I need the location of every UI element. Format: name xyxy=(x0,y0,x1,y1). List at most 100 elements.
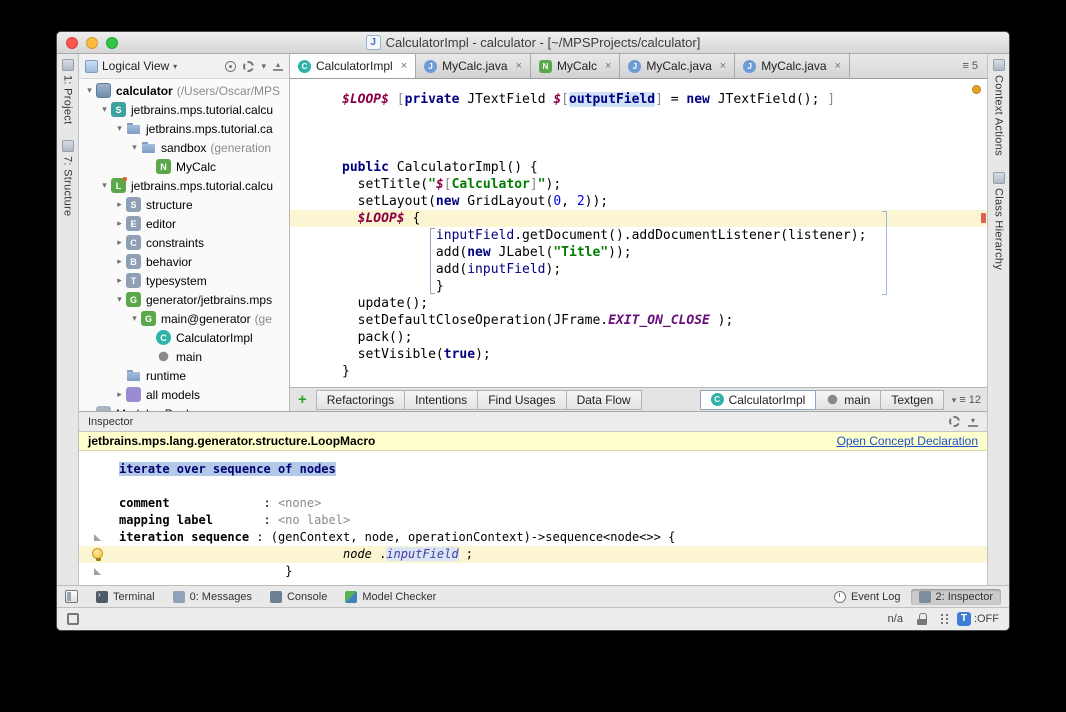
chevron-down-icon[interactable]: ▾ xyxy=(261,61,266,71)
tree-item[interactable]: ▾ jetbrains.mps.tutorial.ca xyxy=(79,119,289,138)
expander-icon[interactable]: ▾ xyxy=(83,85,96,96)
warning-indicator-icon[interactable] xyxy=(972,85,981,94)
expander-icon[interactable]: ▸ xyxy=(113,237,126,248)
aspect-button[interactable]: Data Flow xyxy=(565,389,642,410)
inspector-line[interactable]: node .inputField ; xyxy=(79,546,987,563)
tree-item[interactable]: C CalculatorImpl xyxy=(79,328,289,347)
minimize-window-button[interactable] xyxy=(86,37,98,49)
code-line[interactable] xyxy=(290,142,987,159)
aspect-button[interactable]: Intentions xyxy=(404,389,479,410)
tree-item[interactable]: ▸ all models xyxy=(79,385,289,404)
inspector-line[interactable]: comment : <none> xyxy=(79,495,987,512)
inspector-line[interactable]: } xyxy=(79,563,987,580)
aspect-tab[interactable]: Textgen xyxy=(880,389,945,410)
aspect-tab[interactable]: C CalculatorImpl xyxy=(699,389,817,410)
error-stripe-mark[interactable] xyxy=(981,213,986,223)
editor-tab[interactable]: J MyCalc.java × xyxy=(416,54,531,78)
code-line[interactable] xyxy=(290,108,987,125)
tree-item[interactable]: ▾ Ggenerator/jetbrains.mps xyxy=(79,290,289,309)
tool-button-terminal[interactable]: Terminal xyxy=(88,589,163,605)
code-line[interactable]: public CalculatorImpl() { xyxy=(290,159,987,176)
close-tab-icon[interactable]: × xyxy=(605,60,611,72)
tool-button-console[interactable]: Console xyxy=(262,589,335,605)
code-line[interactable]: setLayout(new GridLayout(0, 2)); xyxy=(290,193,987,210)
tree-item[interactable]: N MyCalc xyxy=(79,157,289,176)
code-line[interactable]: update(); xyxy=(290,295,987,312)
hidden-aspects-button[interactable]: ▾ ≡ 12 xyxy=(952,394,981,406)
aspect-button[interactable]: Find Usages xyxy=(477,389,567,410)
expander-icon[interactable]: ▾ xyxy=(128,142,141,153)
inspector-editor[interactable]: iterate over sequence of nodes comment : … xyxy=(79,451,987,585)
editor[interactable]: $LOOP$ [private JTextField $[outputField… xyxy=(290,79,987,387)
tool-button-context-actions[interactable]: Context Actions xyxy=(992,59,1005,156)
code-line[interactable]: setTitle("$[Calculator]"); xyxy=(290,176,987,193)
editor-tab[interactable]: C CalculatorImpl × xyxy=(290,54,417,78)
inspector-line[interactable]: iterate over sequence of nodes xyxy=(79,461,987,478)
tree-item[interactable]: ▾ sandbox (generation xyxy=(79,138,289,157)
code-line[interactable]: pack(); xyxy=(290,329,987,346)
expander-icon[interactable]: ▸ xyxy=(113,389,126,400)
expander-icon[interactable]: ▸ xyxy=(113,275,126,286)
tree-item[interactable]: ▾ Gmain@generator (ge xyxy=(79,309,289,328)
editor-tab[interactable]: J MyCalc.java × xyxy=(735,54,850,78)
close-window-button[interactable] xyxy=(66,37,78,49)
expander-icon[interactable]: ▸ xyxy=(113,256,126,267)
project-tree[interactable]: ▾ calculator (/Users/Oscar/MPS ▾ Sjetbrains.… xyxy=(79,79,289,411)
inspector-line[interactable]: iteration sequence : (genContext, node, … xyxy=(79,529,987,546)
tree-item[interactable]: ▸ Bbehavior xyxy=(79,252,289,271)
expander-icon[interactable]: ▾ xyxy=(113,294,126,305)
code-line[interactable]: } xyxy=(290,363,987,380)
toolwindow-toggle-icon[interactable] xyxy=(67,613,79,625)
hide-inspector-icon[interactable]: ▾ xyxy=(968,416,978,427)
intention-bulb-icon[interactable] xyxy=(92,548,103,561)
inspector-line[interactable]: mapping label : <no label> xyxy=(79,512,987,529)
tool-button-class-hierarchy[interactable]: Class Hierarchy xyxy=(992,171,1005,270)
close-tab-icon[interactable]: × xyxy=(401,60,407,72)
zoom-window-button[interactable] xyxy=(106,37,118,49)
tool-button-project[interactable]: 1: Project xyxy=(61,59,74,124)
close-tab-icon[interactable]: × xyxy=(835,60,841,72)
tree-item[interactable]: ▾ Ljetbrains.mps.tutorial.calcu xyxy=(79,176,289,195)
tool-button-messages[interactable]: 0: Messages xyxy=(165,589,260,605)
tree-item[interactable]: ▸ Sstructure xyxy=(79,195,289,214)
tree-item[interactable]: ▾ Sjetbrains.mps.tutorial.calcu xyxy=(79,100,289,119)
tree-item[interactable]: main xyxy=(79,347,289,366)
tool-button-event-log[interactable]: Event Log xyxy=(826,589,909,605)
tree-item[interactable]: ▸ Ttypesystem xyxy=(79,271,289,290)
expander-icon[interactable]: ▸ xyxy=(113,199,126,210)
toolwindow-list-icon[interactable] xyxy=(65,590,78,603)
editor-tab[interactable]: J MyCalc.java × xyxy=(620,54,736,78)
tool-button-inspector[interactable]: 2: Inspector xyxy=(910,588,1001,605)
expander-icon[interactable]: ▾ xyxy=(98,180,111,191)
status-grid-icon[interactable] xyxy=(940,614,943,616)
editor-tab[interactable]: N MyCalc × xyxy=(530,54,621,78)
aspect-button[interactable]: Refactorings xyxy=(315,389,406,410)
expander-icon[interactable]: ▸ xyxy=(113,218,126,229)
code-line[interactable] xyxy=(290,125,987,142)
highlighting-toggle[interactable]: T :OFF xyxy=(956,612,999,626)
tree-item[interactable]: ▸ Cconstraints xyxy=(79,233,289,252)
aspect-tab[interactable]: main xyxy=(815,389,882,410)
expander-icon[interactable]: ▾ xyxy=(98,104,111,115)
tool-button-model-checker[interactable]: Model Checker xyxy=(337,589,444,605)
code-line[interactable]: setVisible(true); xyxy=(290,346,987,363)
chevron-down-icon[interactable]: ▾ xyxy=(173,62,177,71)
settings-gear-icon[interactable] xyxy=(949,416,960,427)
expander-icon[interactable]: ▾ xyxy=(113,123,126,134)
tool-button-structure[interactable]: 7: Structure xyxy=(61,140,74,217)
tree-item[interactable]: ▸ Eeditor xyxy=(79,214,289,233)
tree-item[interactable]: runtime xyxy=(79,366,289,385)
hidden-tabs-button[interactable]: ≡ 5 xyxy=(953,54,987,78)
scroll-to-source-icon[interactable] xyxy=(225,60,237,72)
expander-icon[interactable]: ▾ xyxy=(128,313,141,324)
code-line[interactable]: $LOOP$ [private JTextField $[outputField… xyxy=(290,91,987,108)
lock-icon[interactable] xyxy=(916,613,927,625)
view-selector[interactable]: Logical View xyxy=(102,59,169,73)
collapse-all-icon[interactable]: ▴ xyxy=(273,61,283,71)
inspector-line[interactable] xyxy=(79,478,987,495)
close-tab-icon[interactable]: × xyxy=(720,60,726,72)
tree-item[interactable]: ▸Modules Pool xyxy=(79,404,289,411)
tree-item[interactable]: ▾ calculator (/Users/Oscar/MPS xyxy=(79,81,289,100)
close-tab-icon[interactable]: × xyxy=(516,60,522,72)
add-aspect-button[interactable]: + xyxy=(298,391,307,408)
